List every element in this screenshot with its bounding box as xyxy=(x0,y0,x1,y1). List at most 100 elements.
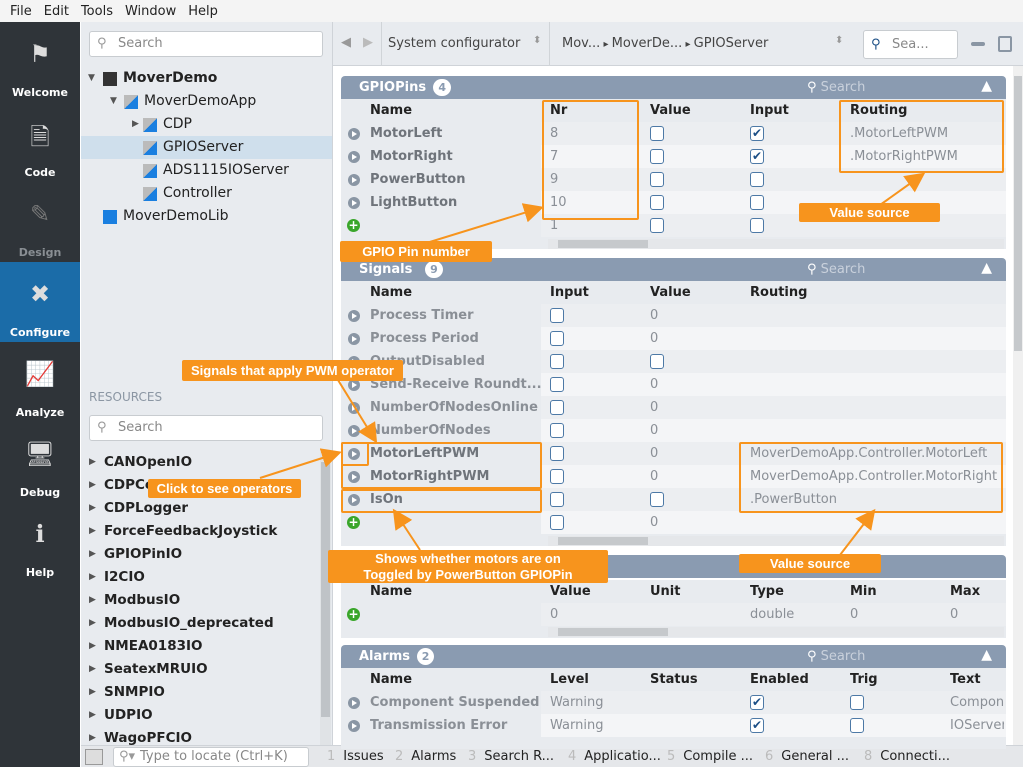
locate-input[interactable]: ⚲▾ Type to locate (Ctrl+K) xyxy=(113,747,309,767)
checkbox[interactable] xyxy=(750,195,764,210)
checkbox[interactable] xyxy=(550,331,564,346)
collapse-button[interactable]: ▲ xyxy=(981,78,992,94)
expand-row-icon[interactable] xyxy=(348,128,360,140)
resources-search-input[interactable]: ⚲ Search xyxy=(89,415,323,441)
checkbox[interactable]: ✔ xyxy=(750,149,764,164)
breadcrumb-item[interactable]: Mov... xyxy=(562,36,600,51)
checkbox[interactable] xyxy=(550,308,564,323)
tree-item[interactable]: ▼ MoverDemo xyxy=(81,67,332,90)
resource-item[interactable]: ▶ ModbusIO xyxy=(81,589,319,612)
tree-item[interactable]: MoverDemoLib xyxy=(81,205,332,228)
resource-item[interactable]: ▶ SNMPIO xyxy=(81,681,319,704)
bottom-tab-connecti[interactable]: 8 Connecti... xyxy=(864,746,950,768)
nav-help[interactable]: ℹ Help xyxy=(0,502,80,582)
bottom-tab-alarms[interactable]: 2 Alarms xyxy=(395,746,456,768)
forward-button[interactable]: ▶ xyxy=(363,35,373,50)
caret-right-icon[interactable]: ▶ xyxy=(89,520,96,543)
tree-search-input[interactable]: ⚲ Search xyxy=(89,31,323,57)
component-search-input[interactable]: ⚲ Sea... xyxy=(863,30,958,59)
checkbox[interactable] xyxy=(650,149,664,164)
resource-item[interactable]: ▶ ForceFeedbackJoystick xyxy=(81,520,319,543)
checkbox[interactable] xyxy=(650,172,664,187)
collapse-button[interactable]: ▲ xyxy=(981,260,992,276)
nav-code[interactable]: 🗎 Code xyxy=(0,102,80,182)
scrollbar-thumb[interactable] xyxy=(558,628,668,636)
menu-edit[interactable]: Edit xyxy=(44,4,69,19)
horizontal-scrollbar[interactable] xyxy=(548,239,1004,249)
expand-row-icon[interactable] xyxy=(348,197,360,209)
expand-row-icon[interactable] xyxy=(348,333,360,345)
bottom-tab-issues[interactable]: 1 Issues xyxy=(327,746,384,768)
breadcrumb-item[interactable]: MoverDe... xyxy=(612,36,683,51)
caret-right-icon[interactable]: ▶ xyxy=(89,497,96,520)
panel-search-input[interactable]: ⚲ Search xyxy=(807,649,865,664)
mode-selector[interactable]: System configurator xyxy=(388,36,520,51)
checkbox[interactable] xyxy=(550,354,564,369)
nav-design[interactable]: ✎ Design xyxy=(0,182,80,262)
resource-item[interactable]: ▶ GPIOPinIO xyxy=(81,543,319,566)
horizontal-scrollbar[interactable] xyxy=(548,627,1004,637)
checkbox[interactable] xyxy=(550,469,564,484)
checkbox[interactable]: ✔ xyxy=(750,718,764,733)
menu-tools[interactable]: Tools xyxy=(81,4,113,19)
caret-down-icon[interactable]: ▼ xyxy=(88,67,95,90)
checkbox[interactable]: ✔ xyxy=(750,695,764,710)
bottom-tab-searchr[interactable]: 3 Search R... xyxy=(468,746,554,768)
caret-right-icon[interactable]: ▶ xyxy=(89,612,96,635)
tree-item[interactable]: ▼ MoverDemoApp xyxy=(81,90,332,113)
resources-scrollbar[interactable] xyxy=(320,452,331,745)
scrollbar-thumb[interactable] xyxy=(558,537,648,545)
expand-row-icon[interactable] xyxy=(348,174,360,186)
maximize-button[interactable] xyxy=(998,36,1012,52)
caret-right-icon[interactable]: ▶ xyxy=(89,658,96,681)
back-button[interactable]: ◀ xyxy=(341,35,351,50)
checkbox[interactable] xyxy=(650,218,664,233)
caret-right-icon[interactable]: ▶ xyxy=(89,451,96,474)
add-row-button[interactable]: + xyxy=(347,516,360,529)
checkbox[interactable] xyxy=(650,126,664,141)
resource-item[interactable]: ▶ CDPLogger xyxy=(81,497,319,520)
checkbox[interactable] xyxy=(550,400,564,415)
updown-icon[interactable]: ⬍ xyxy=(533,35,541,46)
expand-row-icon[interactable] xyxy=(348,151,360,163)
collapse-button[interactable]: ▲ xyxy=(981,647,992,663)
bottom-tab-general[interactable]: 6 General ... xyxy=(765,746,849,768)
updown-icon[interactable]: ⬍ xyxy=(835,35,843,46)
tree-item[interactable]: ▶ CDP xyxy=(81,113,332,136)
expand-row-icon[interactable] xyxy=(348,402,360,414)
tree-item[interactable]: GPIOServer xyxy=(81,136,332,159)
bottom-tab-compile[interactable]: 5 Compile ... xyxy=(667,746,753,768)
panel-search-input[interactable]: ⚲ Search xyxy=(807,80,865,95)
tree-item[interactable]: ADS1115IOServer xyxy=(81,159,332,182)
expand-row-icon[interactable] xyxy=(348,697,360,709)
checkbox[interactable] xyxy=(750,218,764,233)
caret-right-icon[interactable]: ▶ xyxy=(89,543,96,566)
caret-right-icon[interactable]: ▶ xyxy=(89,474,96,497)
nav-configure[interactable]: ✖ Configure xyxy=(0,262,80,342)
nav-analyze[interactable]: 📈 Analyze xyxy=(0,342,80,422)
menu-file[interactable]: File xyxy=(10,4,32,19)
minimize-button[interactable] xyxy=(971,42,985,46)
caret-down-icon[interactable]: ▼ xyxy=(110,90,117,113)
caret-right-icon[interactable]: ▶ xyxy=(132,113,139,136)
panel-search-input[interactable]: ⚲ Search xyxy=(807,262,865,277)
caret-right-icon[interactable]: ▶ xyxy=(89,635,96,658)
toggle-sidebar-button[interactable] xyxy=(85,749,103,765)
add-row-button[interactable]: + xyxy=(347,219,360,232)
nav-welcome[interactable]: ⚑ Welcome xyxy=(0,22,80,102)
checkbox[interactable] xyxy=(750,172,764,187)
checkbox[interactable] xyxy=(850,695,864,710)
resource-item[interactable]: ▶ CANOpenIO xyxy=(81,451,319,474)
menu-help[interactable]: Help xyxy=(188,4,218,19)
caret-right-icon[interactable]: ▶ xyxy=(89,681,96,704)
resource-item[interactable]: ▶ UDPIO xyxy=(81,704,319,727)
checkbox[interactable]: ✔ xyxy=(750,126,764,141)
horizontal-scrollbar[interactable] xyxy=(548,536,1004,546)
nav-debug[interactable]: 🖥 Debug xyxy=(0,422,80,502)
resource-item[interactable]: ▶ SeatexMRUIO xyxy=(81,658,319,681)
resource-item[interactable]: ▶ I2CIO xyxy=(81,566,319,589)
checkbox[interactable] xyxy=(550,492,564,507)
expand-row-icon[interactable] xyxy=(348,425,360,437)
menu-window[interactable]: Window xyxy=(125,4,176,19)
checkbox[interactable] xyxy=(550,377,564,392)
